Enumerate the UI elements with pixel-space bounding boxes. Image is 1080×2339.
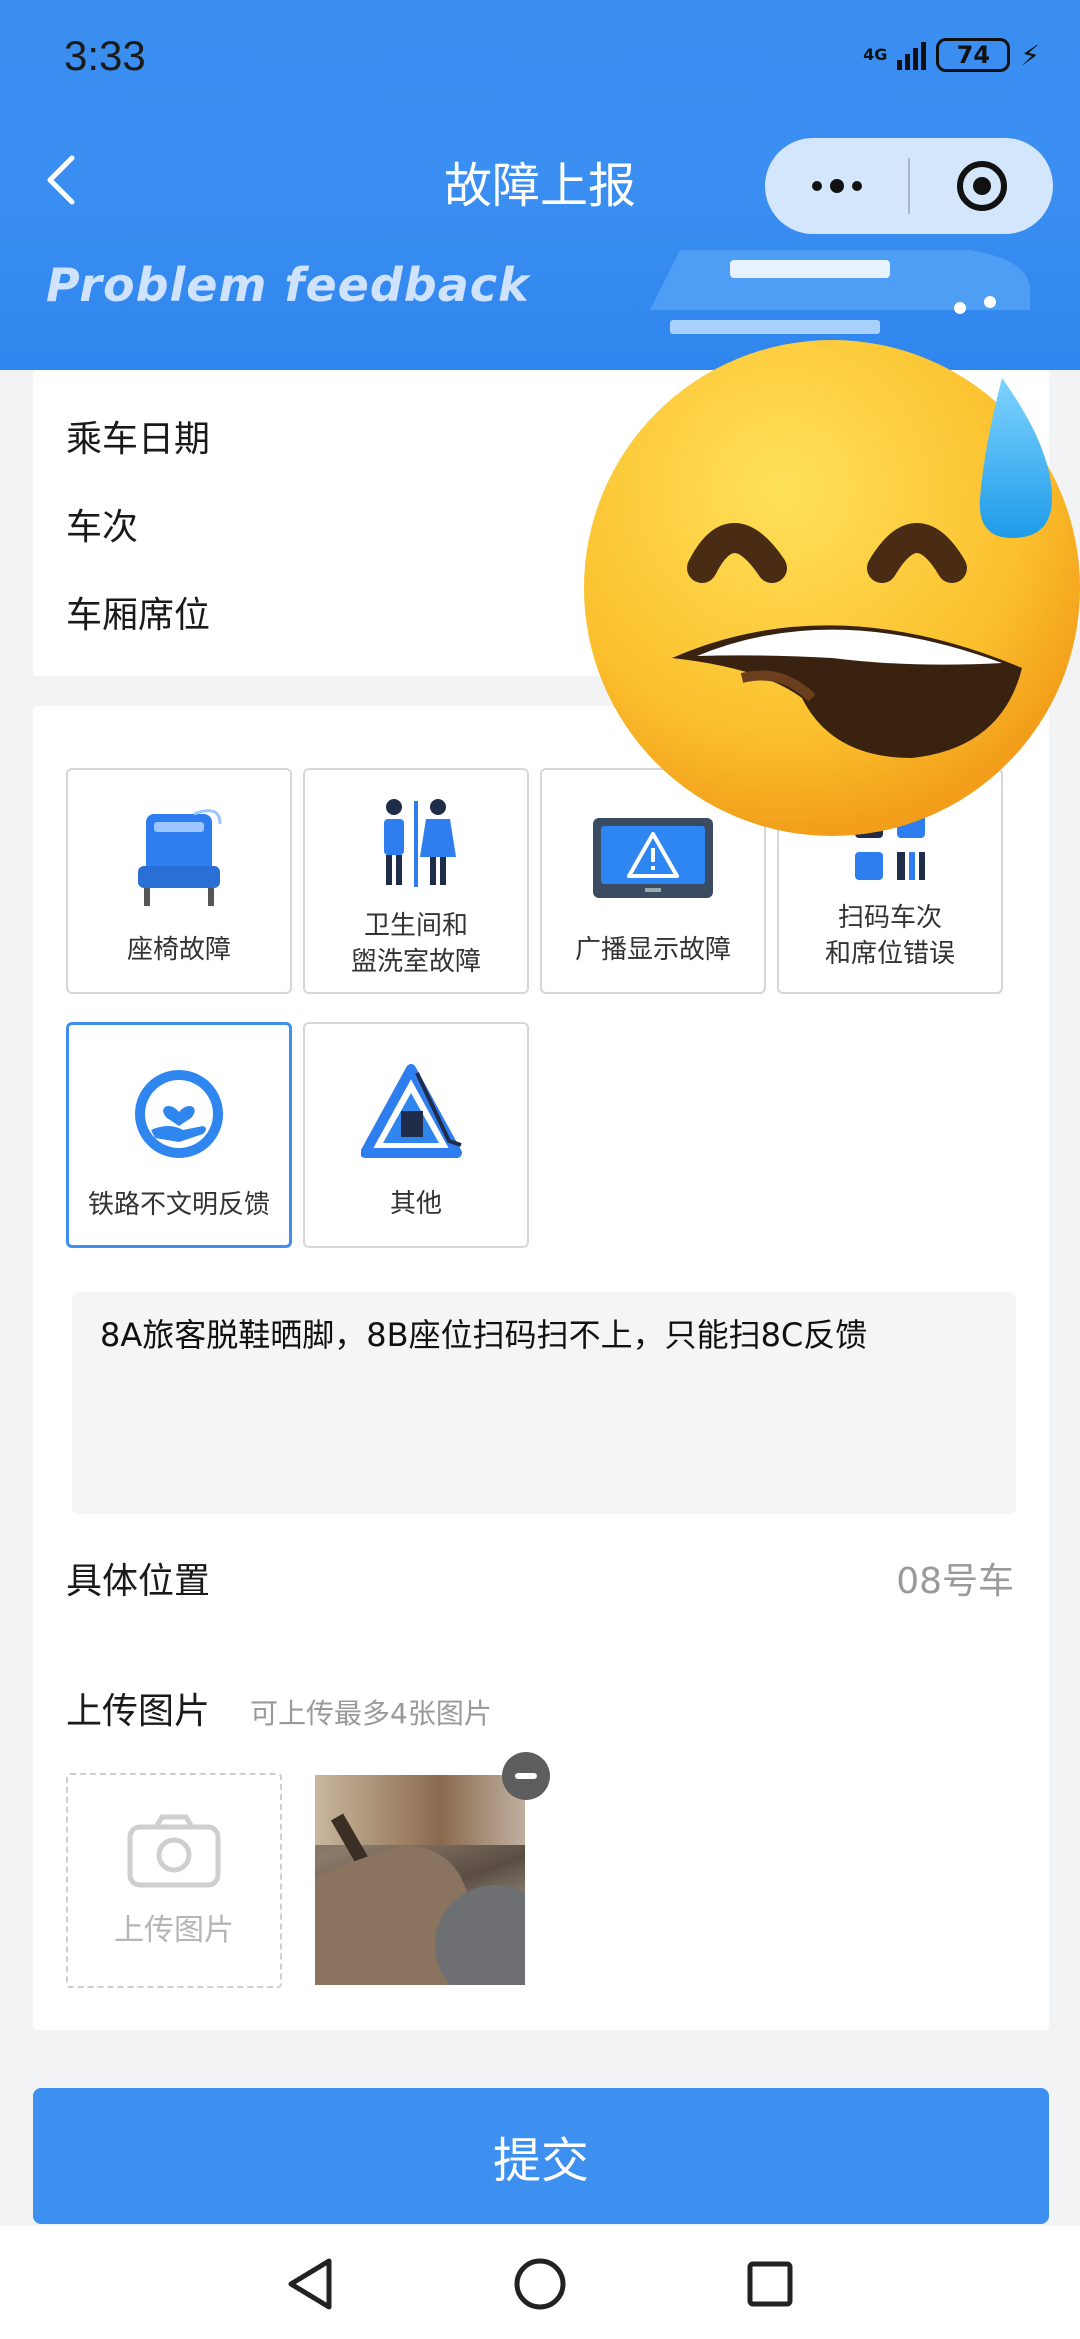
mini-program-capsule xyxy=(765,138,1053,234)
system-home-button[interactable] xyxy=(510,2254,570,2314)
category-label: 广播显示故障 xyxy=(574,935,731,965)
category-uncivilized-behavior[interactable]: 铁路不文明反馈 xyxy=(66,1022,292,1248)
category-label: 铁路不文明反馈 xyxy=(87,1190,270,1220)
grimacing-sweat-emoji-icon xyxy=(584,340,1080,836)
remove-image-button[interactable] xyxy=(502,1752,550,1800)
category-label-text: 卫生间和 盥洗室故障 xyxy=(350,911,481,977)
warning-triangle-icon xyxy=(361,1064,462,1158)
heart-hand-icon xyxy=(135,1070,223,1158)
circle-home-icon xyxy=(514,2258,566,2310)
category-label: 其他 xyxy=(389,1189,442,1219)
minus-icon xyxy=(515,1773,537,1779)
location-label: 具体位置 xyxy=(66,1561,211,1602)
category-label: 座椅故障 xyxy=(126,935,231,965)
location-value[interactable]: 08号车 xyxy=(896,1552,1014,1604)
ride-date-label[interactable]: 乘车日期 xyxy=(66,410,210,462)
system-navigation-bar xyxy=(0,2226,1080,2339)
category-other[interactable]: 其他 xyxy=(303,1022,529,1248)
submit-button[interactable]: 提交 xyxy=(33,2088,1049,2224)
upload-image-button[interactable]: 上传图片 xyxy=(66,1773,282,1988)
triangle-back-icon xyxy=(288,2258,332,2310)
camera-icon xyxy=(127,1814,221,1888)
banner-text: Problem feedback xyxy=(46,258,530,312)
square-recents-icon xyxy=(747,2261,793,2307)
upload-hint: 可上传最多4张图片 xyxy=(250,1697,492,1730)
battery-icon: 74 xyxy=(936,38,1011,72)
status-icons: 4G 74 ⚡ xyxy=(863,38,1040,72)
more-dot-icon xyxy=(811,181,822,191)
target-icon xyxy=(956,161,1007,211)
uploaded-image-thumbnail[interactable] xyxy=(315,1775,525,1985)
system-back-button[interactable] xyxy=(280,2254,340,2314)
system-recents-button[interactable] xyxy=(740,2254,800,2314)
restroom-icon xyxy=(384,799,456,887)
more-dot-icon xyxy=(829,179,844,193)
close-mini-program-button[interactable] xyxy=(910,138,1053,234)
description-text: 8A旅客脱鞋晒脚，8B座位扫码扫不上，只能扫8C反馈 xyxy=(100,1316,868,1354)
signal-icon xyxy=(897,40,927,70)
more-button[interactable] xyxy=(765,138,908,234)
category-label-text: 扫码车次 和席位错误 xyxy=(824,903,955,969)
seat-label[interactable]: 车厢席位 xyxy=(66,586,210,638)
nav-bar: 故障上报 xyxy=(0,120,1080,240)
category-label: 扫码车次 和席位错误 xyxy=(779,900,1001,972)
category-seat-fault[interactable]: 座椅故障 xyxy=(66,768,292,994)
upload-label: 上传图片 xyxy=(66,1691,211,1732)
more-dot-icon xyxy=(851,181,862,191)
description-textarea[interactable]: 8A旅客脱鞋晒脚，8B座位扫码扫不上，只能扫8C反馈 xyxy=(72,1292,1016,1514)
upload-box-label: 上传图片 xyxy=(114,1913,234,1948)
status-time: 3:33 xyxy=(64,32,146,79)
battery-level: 74 xyxy=(956,41,991,69)
train-illustration xyxy=(650,250,1030,334)
train-number-label[interactable]: 车次 xyxy=(66,498,138,550)
seat-icon xyxy=(138,809,222,906)
category-label: 卫生间和 盥洗室故障 xyxy=(305,908,527,980)
network-label: 4G xyxy=(863,45,888,64)
charging-icon: ⚡ xyxy=(1020,38,1040,72)
status-bar: 3:33 4G 74 ⚡ xyxy=(0,0,1080,120)
category-restroom-fault[interactable]: 卫生间和 盥洗室故障 xyxy=(303,768,529,994)
